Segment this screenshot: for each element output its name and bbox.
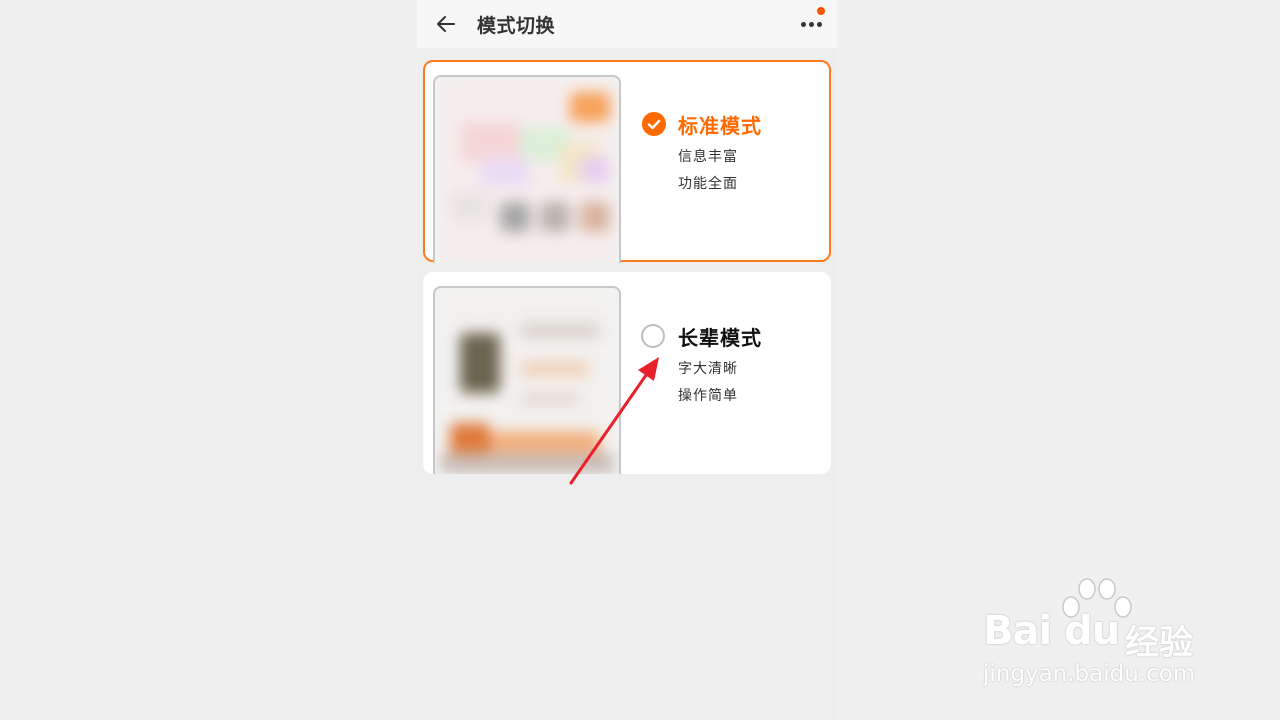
watermark-url: jingyan.baidu.com <box>983 661 1196 687</box>
watermark-brand: Bai du <box>983 608 1120 654</box>
standard-mode-desc-2: 功能全面 <box>678 176 738 192</box>
arrow-left-icon <box>437 16 455 32</box>
more-button[interactable] <box>797 7 827 37</box>
screen: 模式切换 标准模式 信息丰富 功能全面 长辈模式 字大清晰 操作简单 Bai d… <box>0 0 1280 720</box>
watermark: Bai du 经验 jingyan.baidu.com <box>975 575 1220 695</box>
mode-card-standard[interactable]: 标准模式 信息丰富 功能全面 <box>423 60 831 263</box>
watermark-brand-cn: 经验 <box>1125 623 1193 663</box>
back-button[interactable] <box>431 9 461 39</box>
annotation-arrow <box>569 357 659 485</box>
top-bar: 模式切换 <box>417 0 837 48</box>
more-dot <box>809 22 814 27</box>
notification-badge <box>817 7 825 15</box>
more-dots-icon <box>801 22 806 27</box>
standard-mode-radio[interactable] <box>642 112 666 136</box>
page-title: 模式切换 <box>477 15 556 37</box>
standard-mode-preview <box>433 75 621 263</box>
elder-mode-desc-2: 操作简单 <box>678 388 738 404</box>
standard-mode-desc-1: 信息丰富 <box>678 149 738 165</box>
elder-mode-title: 长辈模式 <box>678 326 762 350</box>
elder-mode-desc-1: 字大清晰 <box>678 361 738 377</box>
more-dot <box>817 22 822 27</box>
standard-mode-title: 标准模式 <box>678 114 762 138</box>
checkmark-icon <box>647 119 661 130</box>
